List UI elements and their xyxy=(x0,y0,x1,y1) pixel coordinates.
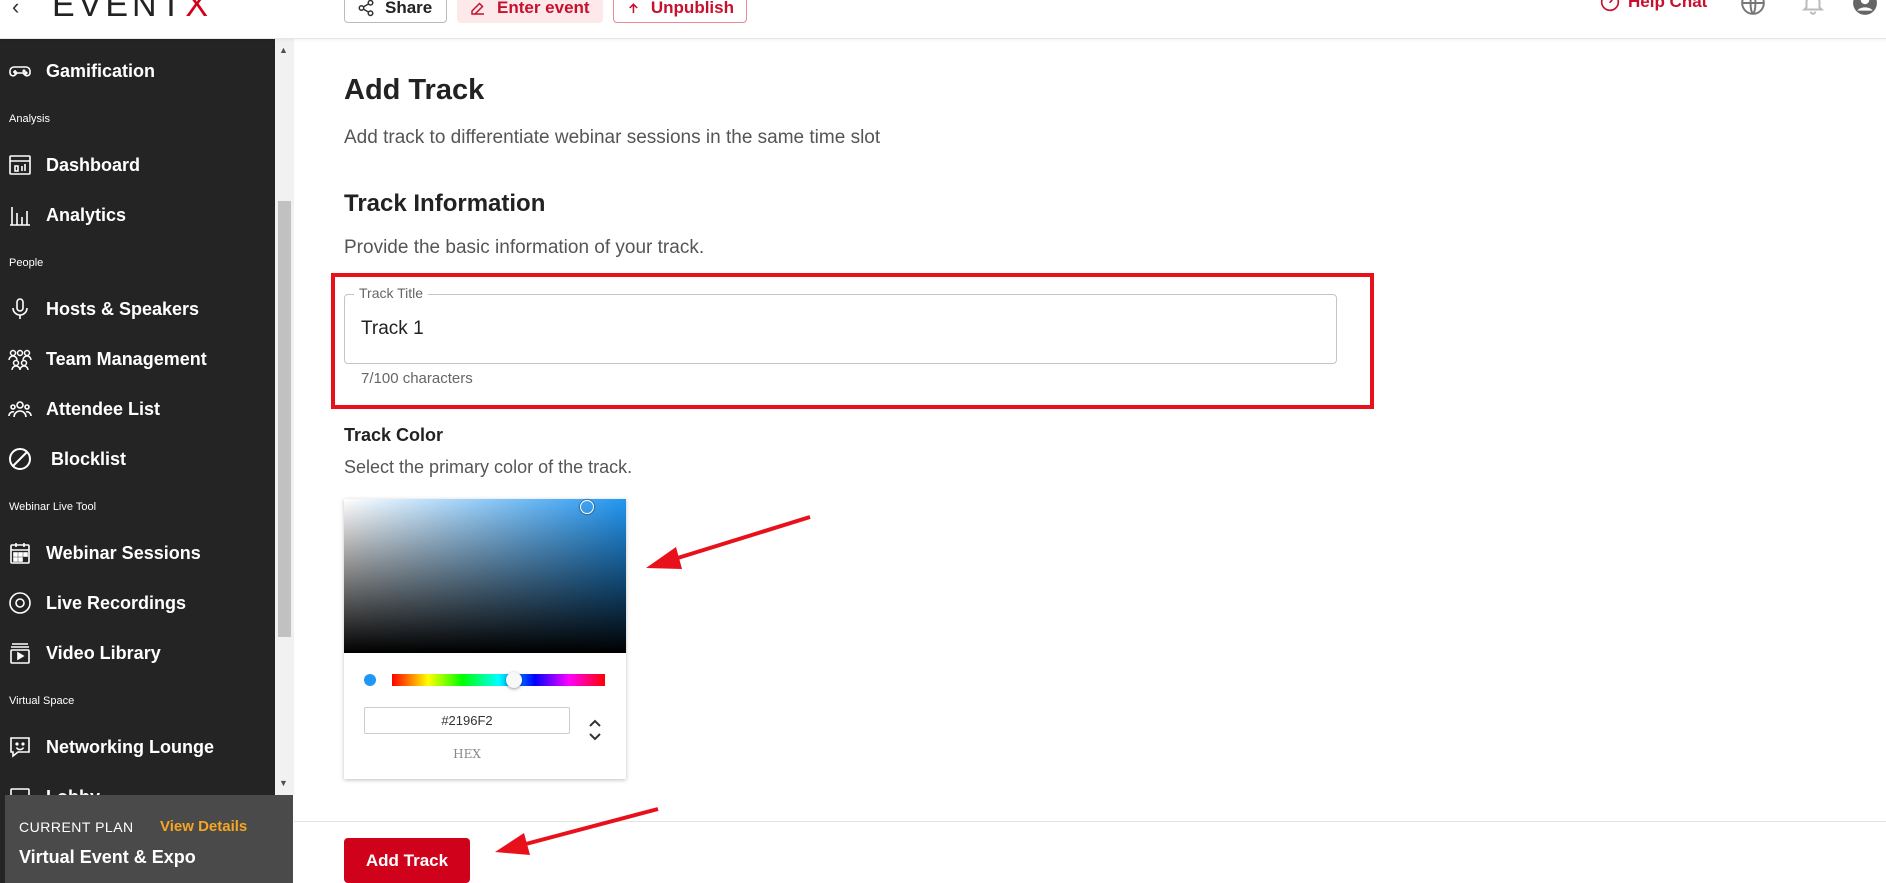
share-label: Share xyxy=(385,0,433,17)
sidebar-item-webinar-sessions[interactable]: Webinar Sessions xyxy=(0,533,275,573)
sidebar-item-label: Video Library xyxy=(46,642,161,663)
track-color-description: Select the primary color of the track. xyxy=(344,457,633,477)
eventx-logo: EVENTX xyxy=(52,0,213,24)
current-plan-heading: CURRENT PLAN xyxy=(19,819,134,835)
section-label-webinar-live-tool: Webinar Live Tool xyxy=(9,501,97,513)
record-icon xyxy=(9,592,31,614)
people-icon xyxy=(8,401,32,418)
scroll-up-arrow-icon[interactable]: ▲ xyxy=(279,45,288,55)
page-title: Add Track xyxy=(344,74,485,106)
sidebar-item-label: Live Recordings xyxy=(46,592,187,613)
add-track-button[interactable]: Add Track xyxy=(344,838,470,883)
chat-smile-icon xyxy=(10,737,30,758)
sidebar-item-dashboard[interactable]: Dashboard xyxy=(0,145,275,185)
sidebar-item-attendee-list[interactable]: Attendee List xyxy=(0,389,275,429)
edit-icon xyxy=(471,1,484,15)
dashboard-icon xyxy=(9,155,31,175)
color-swatch xyxy=(364,674,376,686)
share-icon xyxy=(358,0,374,16)
back-arrow-icon[interactable]: ‹ xyxy=(12,0,19,20)
hue-slider[interactable] xyxy=(392,674,605,686)
sidebar-item-label: Networking Lounge xyxy=(46,736,214,757)
annotation-arrow-icon xyxy=(495,807,659,855)
sidebar-item-analytics[interactable]: Analytics xyxy=(0,195,275,235)
hex-label: HEX xyxy=(453,747,481,761)
track-title-label: Track Title xyxy=(354,285,429,301)
globe-icon[interactable] xyxy=(1740,0,1766,16)
hue-handle[interactable] xyxy=(506,672,522,688)
sidebar-item-label: Attendee List xyxy=(46,398,161,419)
sidebar-item-hosts-speakers[interactable]: Hosts & Speakers xyxy=(0,289,275,329)
unpublish-label: Unpublish xyxy=(650,0,734,17)
unpublish-button[interactable]: Unpublish xyxy=(613,0,747,23)
scrollbar-thumb[interactable] xyxy=(278,201,291,637)
color-picker: #2196F2 HEX xyxy=(344,499,626,779)
help-chat-label: Help Chat xyxy=(1628,0,1708,11)
calendar-icon xyxy=(10,543,30,564)
sidebar-item-label: Dashboard xyxy=(46,154,141,175)
sidebar-item-label: Blocklist xyxy=(51,448,127,469)
scroll-down-arrow-icon[interactable]: ▼ xyxy=(279,778,288,788)
section-description: Provide the basic information of your tr… xyxy=(344,237,705,258)
enter-event-label: Enter event xyxy=(497,0,590,17)
sidebar-item-label: Gamification xyxy=(46,60,156,81)
sidebar-item-video-library[interactable]: Video Library xyxy=(0,633,275,673)
top-bar: ‹ EVENTX Share Enter event Unpublish Hel… xyxy=(0,0,1886,39)
section-label-people: People xyxy=(9,257,44,269)
team-icon xyxy=(8,349,32,371)
sidebar-item-blocklist[interactable]: Blocklist xyxy=(0,439,275,479)
page-subtitle: Add track to differentiate webinar sessi… xyxy=(344,127,881,148)
sidebar-item-gamification[interactable]: Gamification xyxy=(0,51,275,91)
section-label-analysis: Analysis xyxy=(9,113,50,125)
help-icon xyxy=(1600,0,1620,12)
track-title-field[interactable]: Track Title Track 1 xyxy=(344,285,1337,364)
current-plan-panel: CURRENT PLAN View Details Virtual Event … xyxy=(5,795,293,883)
hex-input[interactable]: #2196F2 xyxy=(364,707,570,734)
user-avatar-icon[interactable] xyxy=(1852,0,1878,16)
microphone-icon xyxy=(12,298,28,319)
bar-chart-icon xyxy=(10,207,30,226)
sidebar-item-label: Webinar Sessions xyxy=(46,542,201,563)
plan-name: Virtual Event & Expo xyxy=(19,847,196,867)
video-library-icon xyxy=(10,643,30,664)
main-content: Add Track Add track to differentiate web… xyxy=(294,39,1886,883)
sidebar: Gamification Analysis Dashboard Analytic… xyxy=(0,39,275,883)
section-label-virtual-space: Virtual Space xyxy=(9,695,75,707)
bell-icon[interactable] xyxy=(1800,0,1826,16)
saturation-area[interactable] xyxy=(344,499,626,653)
character-count: 7/100 characters xyxy=(361,370,473,387)
block-icon xyxy=(9,448,31,470)
view-details-link[interactable]: View Details xyxy=(160,818,247,835)
format-toggle-icon[interactable] xyxy=(586,716,604,744)
sidebar-item-team-management[interactable]: Team Management xyxy=(0,339,275,379)
annotation-arrow-icon xyxy=(646,515,811,569)
track-color-label: Track Color xyxy=(344,425,444,445)
sidebar-item-label: Hosts & Speakers xyxy=(46,298,200,319)
sidebar-item-label: Team Management xyxy=(46,348,207,369)
sidebar-scrollbar[interactable]: ▲ ▼ xyxy=(275,39,294,795)
upload-icon xyxy=(629,2,638,13)
sidebar-item-networking-lounge[interactable]: Networking Lounge xyxy=(0,727,275,767)
gamepad-icon xyxy=(9,66,31,77)
section-title: Track Information xyxy=(344,190,546,217)
track-title-input[interactable]: Track 1 xyxy=(361,318,424,340)
sidebar-item-live-recordings[interactable]: Live Recordings xyxy=(0,583,275,623)
share-button[interactable]: Share xyxy=(344,0,447,23)
saturation-handle[interactable] xyxy=(580,500,594,514)
enter-event-button[interactable]: Enter event xyxy=(457,0,603,23)
sidebar-item-label: Analytics xyxy=(46,204,127,225)
help-chat-button[interactable]: Help Chat xyxy=(1600,0,1707,12)
